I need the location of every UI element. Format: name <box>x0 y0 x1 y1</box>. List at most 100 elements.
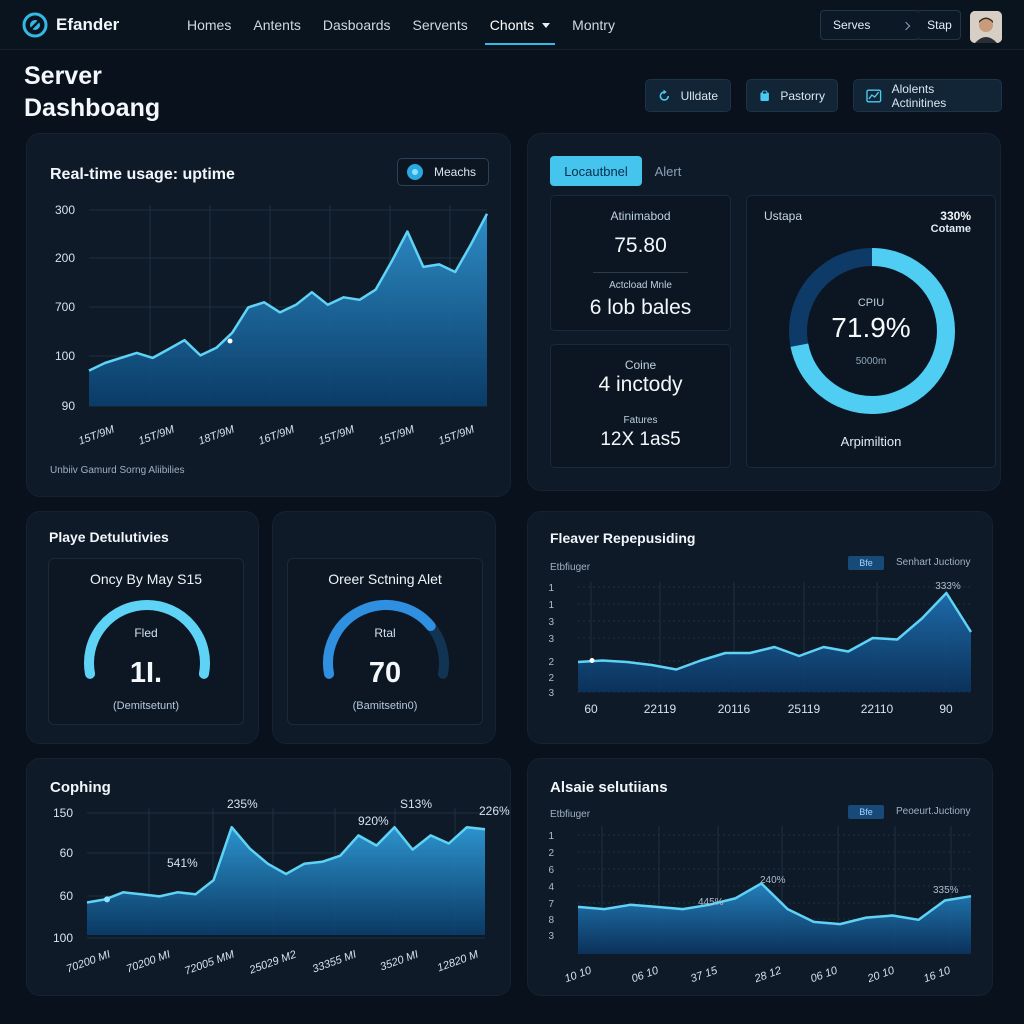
x-tick-label: 20 10 <box>865 964 897 985</box>
gauge-sub: (Bamitsetin0) <box>352 700 418 712</box>
y-tick-label: 2 <box>548 848 554 859</box>
x-tick-label: 25119 <box>788 702 821 716</box>
nav-item-chonts[interactable]: Chonts <box>479 0 561 50</box>
annotation-label: 240% <box>760 875 786 886</box>
app-name: Efander <box>56 15 120 34</box>
annotation-label: 335% <box>933 885 959 896</box>
annotation-label: 541% <box>167 856 198 870</box>
y-tick-label: 3 <box>548 617 554 628</box>
stat-label: Fatures <box>623 415 658 426</box>
y-tick-label: 90 <box>62 399 76 413</box>
gauges-panel: Playe Detulutivies Oncy By May S15 Fled … <box>26 511 496 744</box>
usage-area-chart: 3002007001009015T/9M 15T/9M 18T/9M 16T/9M 15… <box>55 203 489 448</box>
gauge-card[interactable]: Oreer Sctning Alet Rtal 70 (Bamitsetin0) <box>287 558 483 725</box>
tab-locautbnel[interactable]: Locautbnel <box>550 156 642 186</box>
x-tick-label: 72005 MM <box>183 948 237 977</box>
server-select[interactable]: Serves <box>820 10 920 40</box>
donut-center-label: CPIU <box>857 297 885 309</box>
cophing-panel: Cophing 150 60 60 100 70200 MI 70200 MI 72005 … <box>26 758 511 996</box>
donut-center-value: 71.9% <box>831 312 911 343</box>
stat-label: Actcload Mnle <box>609 280 672 291</box>
x-tick-label: 3520 MI <box>379 949 420 974</box>
legend-label: Peoeurt.Juctiony <box>896 806 971 817</box>
nav-item-antents[interactable]: Antents <box>242 0 311 50</box>
solutions-panel: Alsaie selutiians Etbfiuger Bfe Peoeurt.… <box>527 758 993 996</box>
stat-value: 6 lob bales <box>589 296 692 319</box>
divider <box>593 272 688 273</box>
stat-value: 4 inctody <box>598 373 683 396</box>
y-tick-label: 1 <box>548 600 554 611</box>
stop-button[interactable]: Stap <box>919 10 961 40</box>
y-tick-label: 4 <box>548 882 554 893</box>
donut-footer: Arpimiltion <box>840 434 902 449</box>
x-tick-label: 60 <box>584 702 598 716</box>
server-select-value: Serves <box>833 18 871 32</box>
x-tick-label: 28 12 <box>752 965 783 986</box>
x-tick-label: 90 <box>939 702 953 716</box>
solutions-area-chart: 1 2 6 4 7 8 3 10 10 06 10 37 15 28 12 06 10 20 10 16 … <box>548 826 972 986</box>
user-avatar-image <box>970 11 1002 43</box>
history-button[interactable]: Pastorry <box>746 79 838 112</box>
repeat-area-chart: 1 1 3 3 2 2 3 60 22119 20116 25119 22110 90 333% <box>548 581 973 716</box>
main-nav: Homes Antents Dasboards Servents Chonts … <box>176 0 626 50</box>
y-tick-label: 3 <box>548 688 554 699</box>
nav-item-dasboards[interactable]: Dasboards <box>312 0 402 50</box>
summary-panel: Locautbnel Alert Atinimabod 75.80 Actclo… <box>527 133 1001 491</box>
legend-chip[interactable]: Bfe <box>848 556 884 570</box>
legend-label: Senhart Juctiony <box>896 557 971 568</box>
tab-alert[interactable]: Alert <box>646 156 690 186</box>
series-area <box>87 827 485 935</box>
x-tick-label: 33355 MI <box>311 949 358 976</box>
y-tick-label: 200 <box>55 251 75 265</box>
brand[interactable]: Efander <box>22 12 119 38</box>
annotation-label: 445% <box>698 897 724 908</box>
x-tick-label: 16T/9M <box>257 423 297 447</box>
update-button[interactable]: Ulldate <box>645 79 731 112</box>
clipboard-icon <box>760 90 769 101</box>
refresh-icon <box>659 89 670 101</box>
gauge-value: 1I. <box>129 657 163 689</box>
chart-icon <box>866 88 882 103</box>
x-tick-label: 06 10 <box>809 964 840 985</box>
x-tick-label: 16 10 <box>922 964 953 985</box>
annotation-label: 226% <box>479 804 510 818</box>
annotation-label: 235% <box>227 797 258 811</box>
page-title-line-1: Server <box>24 62 102 90</box>
x-tick-label: 15T/9M <box>317 423 357 447</box>
stat-label: Coine <box>624 358 657 372</box>
nav-item-montry[interactable]: Montry <box>561 0 626 50</box>
stat-value: 12X 1as5 <box>600 429 681 450</box>
nav-item-homes[interactable]: Homes <box>176 0 242 50</box>
y-tick-label: 300 <box>55 203 75 217</box>
marker-point <box>227 338 233 344</box>
x-tick-label: 20116 <box>718 702 751 716</box>
gauge-card[interactable]: Oncy By May S15 Fled 1I. (Demitsetunt) <box>48 558 244 725</box>
x-tick-label: 70200 MI <box>125 949 172 976</box>
solutions-panel-title: Alsaie selutiians <box>550 779 668 796</box>
y-tick-label: 1 <box>548 583 554 594</box>
legend-chip[interactable]: Bfe <box>848 805 884 819</box>
x-tick-label: 06 10 <box>630 964 661 985</box>
page-title: Server Dashboang <box>24 60 264 124</box>
page-title-line-2: Dashboang <box>24 94 161 122</box>
gauge-label: Fled <box>134 626 158 640</box>
stat-card-primary: Atinimabod 75.80 Actcload Mnle 6 lob bal… <box>550 195 731 331</box>
nav-item-servents[interactable]: Servents <box>402 0 479 50</box>
y-tick-label: 700 <box>55 300 75 314</box>
repeat-panel: Fleaver Repepusiding Etbfiuger Bfe Senha… <box>527 511 993 744</box>
x-tick-label: 22110 <box>861 702 894 716</box>
x-tick-label: 12820 M <box>436 948 481 974</box>
cophing-panel-title: Cophing <box>50 779 111 796</box>
avatar[interactable] <box>970 11 1002 43</box>
x-tick-label: 22119 <box>644 702 677 716</box>
activities-button-label: Alolents Actinitines <box>891 81 947 110</box>
x-tick-label: 15T/9M <box>437 423 477 447</box>
y-tick-label: 60 <box>60 846 74 860</box>
gauge-sub: (Demitsetunt) <box>112 700 180 712</box>
activities-button[interactable]: Alolents Actinitines <box>853 79 1002 112</box>
donut-center-sub: 5000m <box>855 356 887 367</box>
annotation-label: S13% <box>400 797 432 811</box>
y-tick-label: 2 <box>548 657 554 668</box>
y-tick-label: 100 <box>53 931 73 945</box>
chevron-down-icon <box>901 21 911 31</box>
